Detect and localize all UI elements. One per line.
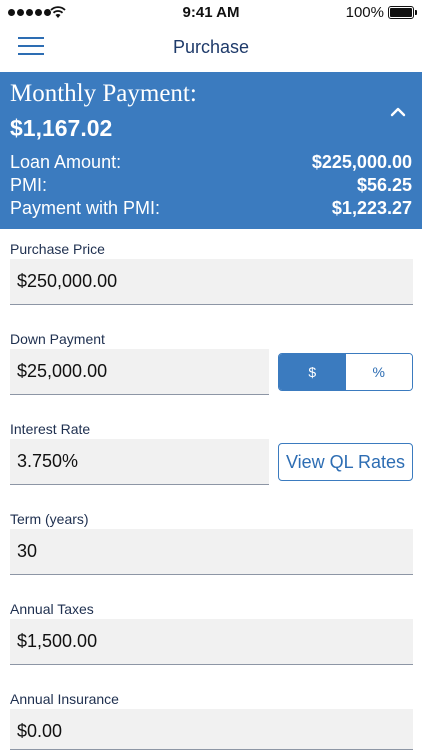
payment-with-pmi-value: $1,223.27 [331, 198, 412, 218]
payment-with-pmi-label: Payment with PMI: [10, 198, 161, 218]
purchase-price-input[interactable]: $250,000.00 [10, 259, 413, 305]
battery-icon [388, 6, 417, 19]
battery-percentage: 100% [345, 4, 384, 21]
summary-title: Monthly Payment: [10, 80, 197, 107]
purchase-price-label: Purchase Price [10, 241, 105, 257]
pmi-value: $56.25 [356, 175, 412, 195]
interest-rate-input[interactable]: 3.750% [10, 439, 269, 485]
view-ql-rates-button[interactable]: View QL Rates [278, 443, 413, 481]
pmi-row: PMI: $56.25 [10, 175, 412, 196]
status-bar: 9:41 AM 100% [0, 0, 422, 26]
nav-bar: Purchase [0, 26, 422, 72]
down-payment-unit-toggle: $ % [278, 353, 413, 391]
payment-with-pmi-row: Payment with PMI: $1,223.27 [10, 198, 412, 219]
term-label: Term (years) [10, 511, 89, 527]
loan-amount-value: $225,000.00 [311, 152, 412, 172]
pmi-label: PMI: [10, 175, 48, 195]
annual-taxes-input[interactable]: $1,500.00 [10, 619, 413, 665]
annual-insurance-input[interactable]: $0.00 [10, 709, 413, 750]
loan-amount-label: Loan Amount: [10, 152, 122, 172]
loan-amount-row: Loan Amount: $225,000.00 [10, 152, 412, 173]
chevron-up-icon[interactable] [388, 102, 408, 122]
term-input[interactable]: 30 [10, 529, 413, 575]
payment-summary-panel: Monthly Payment: $1,167.02 Loan Amount: … [0, 72, 422, 229]
monthly-payment-amount: $1,167.02 [10, 115, 113, 141]
down-payment-input[interactable]: $25,000.00 [10, 349, 269, 395]
dollar-toggle-button[interactable]: $ [279, 354, 346, 390]
annual-taxes-label: Annual Taxes [10, 601, 94, 617]
interest-rate-label: Interest Rate [10, 421, 91, 437]
percent-toggle-button[interactable]: % [345, 354, 412, 390]
annual-insurance-label: Annual Insurance [10, 691, 119, 707]
down-payment-label: Down Payment [10, 331, 105, 347]
page-title: Purchase [172, 37, 250, 57]
